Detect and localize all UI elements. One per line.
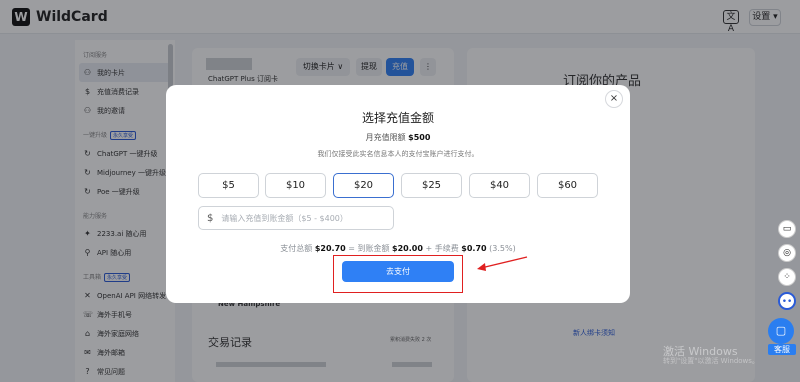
custom-amount-input[interactable] xyxy=(221,213,382,223)
customer-service-icon[interactable]: ▢ xyxy=(768,318,794,344)
payment-summary: 支付总额 $20.70 = 到账金额 $20.00 + 手续费 $0.70 (3… xyxy=(166,243,630,254)
chat-icon[interactable]: ◎ xyxy=(778,244,796,262)
total-label: 支付总额 xyxy=(280,244,313,253)
custom-amount-field[interactable]: $ xyxy=(198,206,394,230)
close-icon[interactable]: × xyxy=(605,90,623,108)
floating-toolbar: ▭ ◎ ⁘ •• xyxy=(778,220,796,310)
dollar-icon: $ xyxy=(207,212,214,224)
annotation-arrow-icon xyxy=(477,256,528,271)
modal-title: 选择充值金额 xyxy=(361,111,434,125)
windows-watermark-sub: 转到"设置"以激活 Windows。 xyxy=(663,357,759,365)
fee-label: 手续费 xyxy=(434,244,459,253)
monthly-limit-value: $500 xyxy=(408,133,431,142)
amount-option-20[interactable]: $20 xyxy=(333,173,394,198)
arrive-value: $20.00 xyxy=(392,244,423,253)
book-icon[interactable]: ▭ xyxy=(778,220,796,238)
amount-option-5[interactable]: $5 xyxy=(198,173,259,198)
amount-option-40[interactable]: $40 xyxy=(469,173,530,198)
monthly-limit: 月充值限额 $500 xyxy=(166,132,630,143)
amount-option-25[interactable]: $25 xyxy=(401,173,462,198)
customer-service-label[interactable]: 客服 xyxy=(768,344,796,355)
grid-icon[interactable]: ⁘ xyxy=(778,268,796,286)
fee-percent: (3.5%) xyxy=(489,244,516,253)
fee-value: $0.70 xyxy=(461,244,487,253)
robot-icon[interactable]: •• xyxy=(778,292,796,310)
annotation-highlight-box xyxy=(333,255,463,293)
amount-option-10[interactable]: $10 xyxy=(265,173,326,198)
equals-sign: = xyxy=(348,244,355,253)
monthly-limit-label: 月充值限额 xyxy=(365,133,406,142)
total-value: $20.70 xyxy=(314,244,346,253)
plus-sign: + xyxy=(425,244,433,253)
arrive-label: 到账金额 xyxy=(357,244,390,253)
payment-note: 我们仅接受此实名信息本人的支付宝账户进行支付。 xyxy=(317,150,479,158)
amount-option-60[interactable]: $60 xyxy=(537,173,598,198)
